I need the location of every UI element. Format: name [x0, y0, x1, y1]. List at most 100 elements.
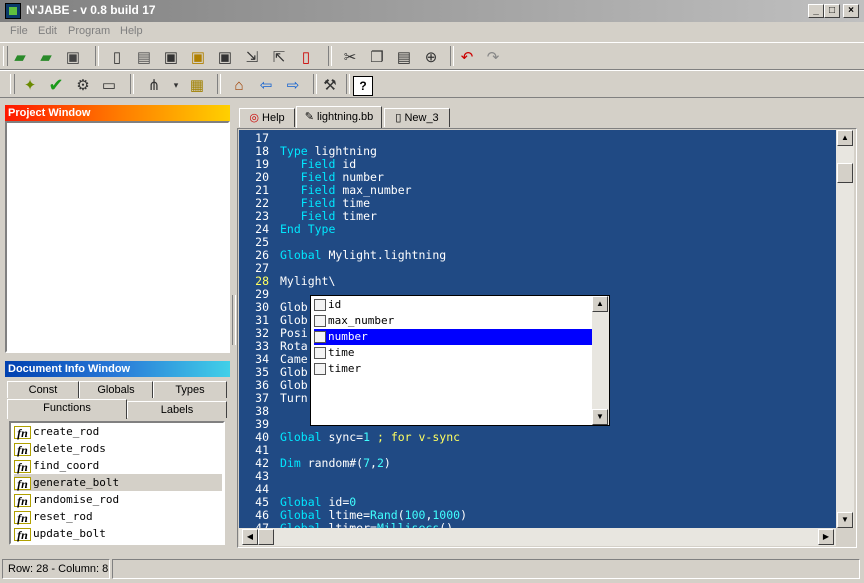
- close-file-icon[interactable]: ▯: [295, 46, 317, 68]
- maximize-button[interactable]: □: [824, 4, 840, 18]
- function-icon: fn: [14, 510, 31, 524]
- run-dragon-icon[interactable]: ✦: [19, 74, 41, 96]
- project-tree[interactable]: [5, 121, 230, 353]
- autocomplete-popup[interactable]: id max_number number time timer ▲ ▼: [310, 295, 610, 426]
- autocomplete-item-selected[interactable]: number: [314, 329, 592, 345]
- hammer-icon[interactable]: ⚒: [319, 74, 341, 96]
- scroll-right-button[interactable]: ▶: [818, 529, 834, 545]
- editor-horizontal-scrollbar[interactable]: ◀ ▶: [239, 528, 836, 546]
- check-icon[interactable]: ✔: [45, 74, 67, 96]
- autocomplete-scrollbar[interactable]: ▲ ▼: [592, 296, 609, 425]
- menu-bar: File Edit Program Help: [0, 22, 864, 40]
- cut-icon[interactable]: ✂: [339, 46, 361, 68]
- list-item[interactable]: fn find_coord: [14, 457, 222, 474]
- status-bar: Row: 28 - Column: 8: [0, 556, 864, 583]
- code-line[interactable]: Turn: [280, 392, 308, 405]
- calculator-icon[interactable]: ▦: [186, 74, 208, 96]
- app-icon: [5, 3, 21, 19]
- code-line[interactable]: Dim random#(7,2): [280, 457, 391, 470]
- tab-lightning[interactable]: ✎ lightning.bb: [296, 106, 382, 128]
- chevron-down-icon[interactable]: ▾: [165, 74, 187, 96]
- redo-icon[interactable]: ↷: [482, 46, 504, 68]
- code-line[interactable]: Global sync=1 ; for v-sync: [280, 431, 460, 444]
- tab-types[interactable]: Types: [153, 381, 227, 398]
- import-icon[interactable]: ⇲: [241, 46, 263, 68]
- close-button[interactable]: ×: [843, 4, 859, 18]
- save-file-icon[interactable]: ▣: [160, 46, 182, 68]
- function-list: fn create_rod fn delete_rods fn find_coord …: [9, 421, 225, 545]
- scroll-up-button[interactable]: ▲: [592, 296, 608, 312]
- new-file-icon[interactable]: ▯: [106, 46, 128, 68]
- autocomplete-item[interactable]: time: [314, 345, 592, 361]
- tab-const[interactable]: Const: [7, 381, 79, 398]
- edit-file-icon: ✎: [304, 111, 314, 123]
- window-icon[interactable]: ▭: [98, 74, 120, 96]
- tab-new3[interactable]: ▯ New_3: [384, 108, 450, 127]
- status-message: [112, 559, 860, 579]
- tab-globals[interactable]: Globals: [79, 381, 153, 398]
- tab-functions[interactable]: Functions: [7, 399, 127, 419]
- list-item[interactable]: fn delete_rods: [14, 440, 222, 457]
- code-line[interactable]: Mylight\: [280, 275, 335, 288]
- menu-help[interactable]: Help: [120, 25, 143, 37]
- save-all-icon[interactable]: ▣: [214, 46, 236, 68]
- panel-splitter[interactable]: [230, 295, 236, 345]
- toolbar-grip[interactable]: [10, 74, 15, 94]
- list-item[interactable]: fn randomise_rod: [14, 491, 222, 508]
- code-line[interactable]: End Type: [280, 223, 335, 236]
- autocomplete-item[interactable]: timer: [314, 361, 592, 377]
- menu-edit[interactable]: Edit: [38, 25, 57, 37]
- scroll-left-button[interactable]: ◀: [242, 529, 258, 545]
- minimize-button[interactable]: _: [808, 4, 824, 18]
- list-item[interactable]: fn create_rod: [14, 423, 222, 440]
- toolbar-grip[interactable]: [3, 46, 8, 66]
- help-icon[interactable]: ?: [353, 76, 373, 96]
- field-icon: [314, 347, 326, 359]
- scroll-thumb[interactable]: [837, 163, 853, 183]
- code-line[interactable]: Global Mylight.lightning: [280, 249, 446, 262]
- function-icon: fn: [14, 493, 31, 507]
- save-project-icon[interactable]: ▣: [62, 46, 84, 68]
- autocomplete-item[interactable]: id: [314, 297, 592, 313]
- list-item[interactable]: fn update_bolt: [14, 525, 222, 542]
- list-item[interactable]: fn reset_rod: [14, 508, 222, 525]
- forward-arrow-icon[interactable]: ⇨: [282, 74, 304, 96]
- scroll-down-button[interactable]: ▼: [837, 512, 853, 528]
- tab-labels[interactable]: Labels: [127, 401, 227, 418]
- tree-icon[interactable]: ⋔: [143, 74, 165, 96]
- menu-file[interactable]: File: [10, 25, 28, 37]
- back-arrow-icon[interactable]: ⇦: [255, 74, 277, 96]
- scroll-down-button[interactable]: ▼: [592, 409, 608, 425]
- function-icon: fn: [14, 442, 31, 456]
- title-bar: N'JABE - v 0.8 build 17 _ □ ×: [0, 0, 864, 22]
- find-icon[interactable]: ⊕: [420, 46, 442, 68]
- autocomplete-item[interactable]: max_number: [314, 313, 592, 329]
- open-folder-icon[interactable]: ▰: [35, 46, 57, 68]
- document-info-window: Document Info Window Const Globals Types…: [5, 361, 230, 549]
- editor-vertical-scrollbar[interactable]: ▲ ▼: [836, 130, 854, 528]
- project-window: Project Window: [5, 105, 230, 355]
- scroll-up-button[interactable]: ▲: [837, 130, 853, 146]
- editor-tab-bar: ◎ Help ✎ lightning.bb ▯ New_3: [239, 106, 859, 128]
- copy-icon[interactable]: ❐: [366, 46, 388, 68]
- list-item-selected[interactable]: fn generate_bolt: [14, 474, 222, 491]
- document-info-title: Document Info Window: [5, 361, 230, 377]
- function-icon: fn: [14, 476, 31, 490]
- home-icon[interactable]: ⌂: [228, 74, 250, 96]
- open-project-icon[interactable]: ▰: [9, 46, 31, 68]
- open-file-icon[interactable]: ▤: [133, 46, 155, 68]
- lifebuoy-icon: ◎: [249, 112, 259, 124]
- save-as-icon[interactable]: ▣: [187, 46, 209, 68]
- hscroll-thumb[interactable]: [258, 529, 274, 545]
- function-icon: fn: [14, 459, 31, 473]
- undo-icon[interactable]: ↶: [456, 46, 478, 68]
- field-icon: [314, 315, 326, 327]
- menu-program[interactable]: Program: [68, 25, 110, 37]
- tab-help[interactable]: ◎ Help: [239, 108, 295, 127]
- function-icon: fn: [14, 425, 31, 439]
- paste-icon[interactable]: ▤: [393, 46, 415, 68]
- window-title: N'JABE - v 0.8 build 17: [26, 3, 156, 17]
- gear-icon[interactable]: ⚙: [72, 74, 94, 96]
- export-icon[interactable]: ⇱: [268, 46, 290, 68]
- build-toolbar: ✦ ✔ ⚙ ▭ ⋔ ▾ ▦ ⌂ ⇦ ⇨ ⚒ ?: [0, 70, 864, 98]
